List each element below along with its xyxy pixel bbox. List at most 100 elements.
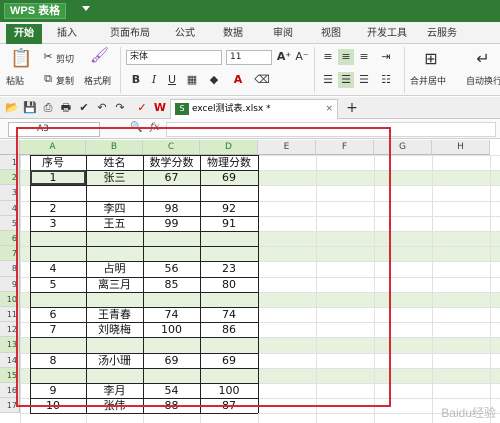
font-name-select[interactable]: 宋体 bbox=[126, 50, 222, 65]
table-cell[interactable]: 数学分数 bbox=[143, 155, 200, 170]
merge-center-icon[interactable]: ⊞ bbox=[420, 48, 442, 70]
row-header[interactable]: 7 bbox=[0, 246, 20, 262]
table-cell[interactable] bbox=[200, 246, 258, 261]
column-header-f[interactable]: F bbox=[316, 140, 374, 155]
italic-icon[interactable]: I bbox=[146, 72, 162, 88]
table-cell[interactable] bbox=[200, 185, 258, 200]
close-tab-icon[interactable]: × bbox=[325, 100, 333, 118]
table-cell[interactable] bbox=[143, 337, 200, 352]
formula-input[interactable] bbox=[166, 122, 496, 137]
tab-home[interactable]: 开始 bbox=[6, 24, 42, 44]
active-cell-cursor[interactable] bbox=[30, 170, 86, 186]
eraser-icon[interactable]: ⌫ bbox=[254, 72, 270, 88]
table-cell[interactable]: 王青春 bbox=[86, 307, 143, 322]
table-cell[interactable]: 80 bbox=[200, 277, 258, 292]
bold-icon[interactable]: B bbox=[128, 72, 144, 88]
app-menu-caret-icon[interactable] bbox=[82, 6, 90, 11]
table-cell[interactable] bbox=[200, 337, 258, 352]
row-header[interactable]: 15 bbox=[0, 367, 20, 383]
tab-page-layout[interactable]: 页面布局 bbox=[102, 24, 158, 44]
scissors-icon[interactable]: ✂ bbox=[40, 49, 56, 65]
row-header[interactable]: 13 bbox=[0, 337, 20, 353]
wrap-text-icon[interactable]: ↵ bbox=[472, 48, 494, 70]
name-box[interactable]: A3 bbox=[8, 122, 100, 137]
row-header[interactable]: 9 bbox=[0, 276, 20, 292]
table-cell[interactable] bbox=[86, 231, 143, 246]
table-cell[interactable] bbox=[86, 292, 143, 307]
tab-insert[interactable]: 插入 bbox=[50, 24, 84, 44]
align-middle-icon[interactable]: ≡ bbox=[338, 49, 354, 65]
table-cell[interactable]: 王五 bbox=[86, 216, 143, 231]
tab-cloud[interactable]: 云服务 bbox=[420, 24, 464, 44]
paste-button[interactable]: 粘贴 bbox=[6, 74, 24, 87]
column-header-d[interactable]: D bbox=[200, 140, 258, 155]
insert-function-button[interactable]: fx bbox=[150, 122, 159, 133]
table-cell[interactable]: 刘晓梅 bbox=[86, 322, 143, 337]
search-icon[interactable]: 🔍 bbox=[130, 122, 142, 133]
table-cell[interactable]: 100 bbox=[200, 383, 258, 398]
row-header[interactable]: 8 bbox=[0, 261, 20, 277]
table-cell[interactable] bbox=[143, 292, 200, 307]
tab-review[interactable]: 审阅 bbox=[266, 24, 300, 44]
save-icon[interactable]: 💾 bbox=[22, 100, 38, 116]
table-cell[interactable]: 占明 bbox=[86, 261, 143, 276]
format-painter-button[interactable]: 格式刷 bbox=[84, 74, 111, 87]
table-cell[interactable]: 54 bbox=[143, 383, 200, 398]
align-center-icon[interactable]: ☰ bbox=[338, 72, 354, 88]
row-header[interactable]: 17 bbox=[0, 398, 20, 414]
table-cell[interactable]: 74 bbox=[200, 307, 258, 322]
indent-icon[interactable]: ⇥ bbox=[378, 49, 394, 65]
table-cell[interactable] bbox=[86, 337, 143, 352]
row-header[interactable]: 6 bbox=[0, 231, 20, 247]
format-painter-icon[interactable]: 🖌 bbox=[90, 47, 109, 67]
row-header[interactable]: 14 bbox=[0, 352, 20, 368]
copy-icon[interactable]: ⧉ bbox=[40, 71, 56, 87]
row-header[interactable]: 10 bbox=[0, 291, 20, 307]
align-bottom-icon[interactable]: ≡ bbox=[356, 49, 372, 65]
tab-view[interactable]: 视图 bbox=[314, 24, 348, 44]
app-menu-button[interactable]: WPS 表格 bbox=[4, 3, 67, 19]
table-cell[interactable]: 100 bbox=[143, 322, 200, 337]
font-grow-icon[interactable]: A⁺ bbox=[276, 49, 292, 65]
table-cell[interactable] bbox=[143, 185, 200, 200]
merge-center-button[interactable]: 合并居中 bbox=[410, 74, 446, 87]
row-header[interactable]: 4 bbox=[0, 200, 20, 216]
select-all-corner[interactable] bbox=[0, 140, 20, 155]
table-cell[interactable] bbox=[200, 231, 258, 246]
column-header-h[interactable]: H bbox=[432, 140, 490, 155]
table-cell[interactable]: 姓名 bbox=[86, 155, 143, 170]
column-header-b[interactable]: B bbox=[86, 140, 143, 155]
table-cell[interactable] bbox=[143, 246, 200, 261]
table-cell[interactable]: 56 bbox=[143, 261, 200, 276]
column-header-a[interactable]: A bbox=[20, 140, 86, 155]
border-icon[interactable]: ▦ bbox=[184, 72, 200, 88]
table-cell[interactable] bbox=[86, 246, 143, 261]
table-cell[interactable]: 物理分数 bbox=[200, 155, 258, 170]
align-left-icon[interactable]: ☰ bbox=[320, 72, 336, 88]
underline-icon[interactable]: U bbox=[164, 72, 180, 88]
new-tab-icon[interactable]: + bbox=[344, 100, 360, 116]
table-cell[interactable] bbox=[86, 368, 143, 383]
row-header[interactable]: 2 bbox=[0, 170, 20, 186]
row-header[interactable]: 3 bbox=[0, 185, 20, 201]
distributed-icon[interactable]: ☷ bbox=[378, 72, 394, 88]
row-header[interactable]: 16 bbox=[0, 383, 20, 399]
font-size-select[interactable]: 11 bbox=[226, 50, 272, 65]
column-header-e[interactable]: E bbox=[258, 140, 316, 155]
redo-icon[interactable]: ↷ bbox=[112, 100, 128, 116]
table-cell[interactable]: 92 bbox=[200, 201, 258, 216]
table-cell[interactable] bbox=[200, 368, 258, 383]
open-icon[interactable]: 📂 bbox=[4, 100, 20, 116]
undo-icon[interactable]: ↶ bbox=[94, 100, 110, 116]
row-header[interactable]: 5 bbox=[0, 215, 20, 231]
cut-button[interactable]: 剪切 bbox=[56, 52, 74, 65]
table-cell[interactable]: 91 bbox=[200, 216, 258, 231]
table-cell[interactable] bbox=[200, 292, 258, 307]
table-cell[interactable]: 69 bbox=[143, 353, 200, 368]
document-tab[interactable]: Sexcel测试表.xlsx * × bbox=[170, 99, 338, 119]
table-cell[interactable]: 74 bbox=[143, 307, 200, 322]
font-color-icon[interactable]: A bbox=[230, 72, 246, 88]
table-cell[interactable]: 87 bbox=[200, 398, 258, 413]
table-cell[interactable]: 李月 bbox=[86, 383, 143, 398]
align-top-icon[interactable]: ≡ bbox=[320, 49, 336, 65]
